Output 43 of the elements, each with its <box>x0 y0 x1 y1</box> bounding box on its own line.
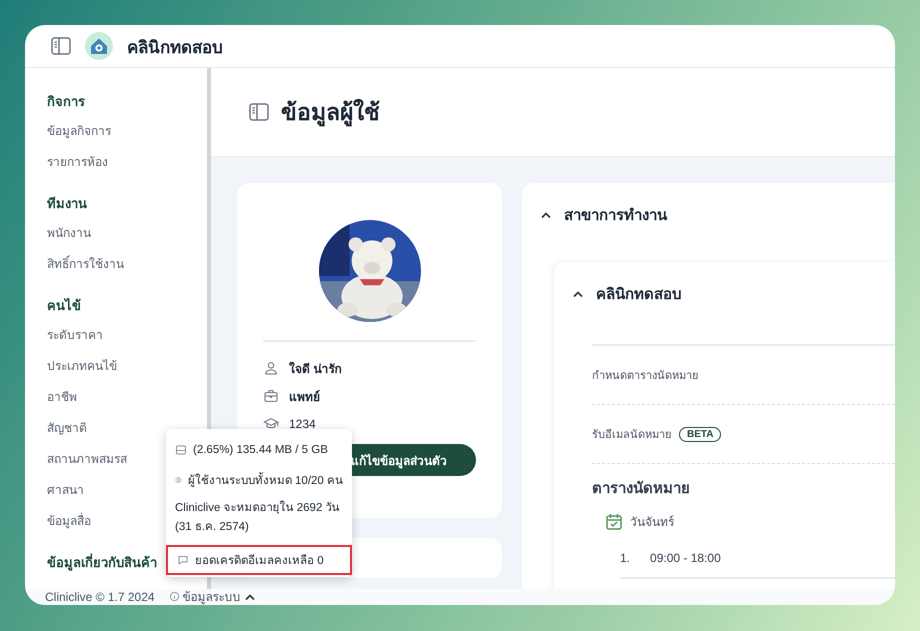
beta-badge: BETA <box>679 426 722 442</box>
panel-icon[interactable] <box>249 103 269 121</box>
page-title: ข้อมูลผู้ใช้ <box>281 98 380 128</box>
user-code: 1234 <box>289 417 316 431</box>
storage-text: (2.65%) 135.44 MB / 5 GB <box>193 444 328 456</box>
sidebar-toggle-icon[interactable] <box>51 37 71 55</box>
day-label: วันจันทร์ <box>630 514 674 531</box>
expiry-text: Cliniclive จะหมดอายุใน 2692 วัน (31 ธ.ค. 2574) <box>174 500 341 535</box>
user-name: ใจดี น่ารัก <box>289 360 342 378</box>
sidebar-heading: คนไข้ <box>47 296 81 315</box>
clinic-title: คลินิกทดสอบ <box>596 285 682 305</box>
person-icon <box>263 360 279 376</box>
email-credit-text: ยอดเครดิตอีเมลคงเหลือ 0 <box>195 553 324 569</box>
info-icon <box>168 591 180 602</box>
section-title: สาขาการทำงาน <box>564 206 667 226</box>
slot-time: 09:00 - 18:00 <box>650 551 721 565</box>
storage-icon <box>175 444 187 456</box>
chevron-icon[interactable] <box>244 592 256 600</box>
schedule-title: ตารางนัดหมาย <box>592 479 691 499</box>
sidebar-heading: ข้อมูลเกี่ยวกับสินค้า <box>47 552 157 573</box>
chevron-icon[interactable] <box>572 290 584 298</box>
sidebar-item[interactable]: ประเภทคนไข้ <box>47 351 207 382</box>
clinic-logo-icon <box>85 32 113 60</box>
system-info-link[interactable]: ข้อมูลระบบ <box>182 587 241 605</box>
user-role: แพทย์ <box>289 388 320 406</box>
sidebar-item[interactable]: สิทธิ์การใช้งาน <box>47 249 207 280</box>
briefcase-icon <box>263 388 279 404</box>
sidebar-item[interactable]: อาชีพ <box>47 382 207 413</box>
chevron-icon[interactable] <box>540 211 552 219</box>
copyright-text: Cliniclive © 1.7 2024 <box>45 590 155 604</box>
setting-label: รับอีเมลนัดหมาย <box>592 428 671 443</box>
sidebar-item[interactable]: ข้อมูลกิจการ <box>47 116 207 147</box>
sidebar-item[interactable]: พนักงาน <box>47 218 207 249</box>
sidebar-item[interactable]: รายการห้อง <box>47 147 207 178</box>
chat-bubble-icon <box>177 554 189 566</box>
sidebar-heading: ทีมงาน <box>47 195 87 213</box>
clinic-name: คลินิกทดสอบ <box>127 36 223 58</box>
slot-number: 1. <box>620 551 630 565</box>
setting-label: กำหนดตารางนัดหมาย <box>592 369 698 384</box>
sidebar-item[interactable]: ระดับราคา <box>47 320 207 351</box>
calendar-check-icon <box>606 513 622 530</box>
user-circle-icon <box>175 474 182 486</box>
sidebar-heading: กิจการ <box>47 93 85 111</box>
